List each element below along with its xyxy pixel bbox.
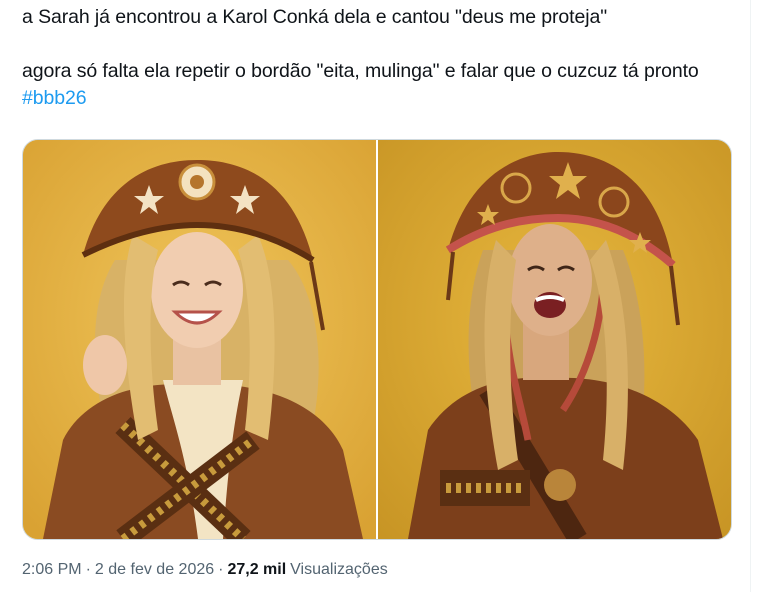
tweet-line-2: agora só falta ela repetir o bordão "eit… [22,58,742,112]
hashtag-link[interactable]: #bbb26 [22,87,87,109]
left-photo-illustration [23,140,376,539]
tweet-meta: 2:06 PM · 2 de fev de 2026 · 27,2 mil Vi… [22,561,388,579]
left-photo[interactable] [23,140,376,539]
views-count: 27,2 mil [227,561,287,578]
meta-separator: · [218,561,224,578]
column-border [750,0,751,592]
timestamp-link[interactable]: 2:06 PM [22,561,82,579]
meta-separator: · [85,561,91,578]
right-photo[interactable] [378,140,731,539]
tweet-line-1: a Sarah já encontrou a Karol Conká dela … [22,6,608,28]
views-label: Visualizações [290,561,388,578]
date-link[interactable]: 2 de fev de 2026 [95,561,214,579]
tweet-line-2-text: agora só falta ela repetir o bordão "eit… [22,60,699,82]
tweet-media [22,139,732,540]
tweet-text: a Sarah já encontrou a Karol Conká dela … [22,4,742,112]
right-photo-illustration [378,140,731,539]
